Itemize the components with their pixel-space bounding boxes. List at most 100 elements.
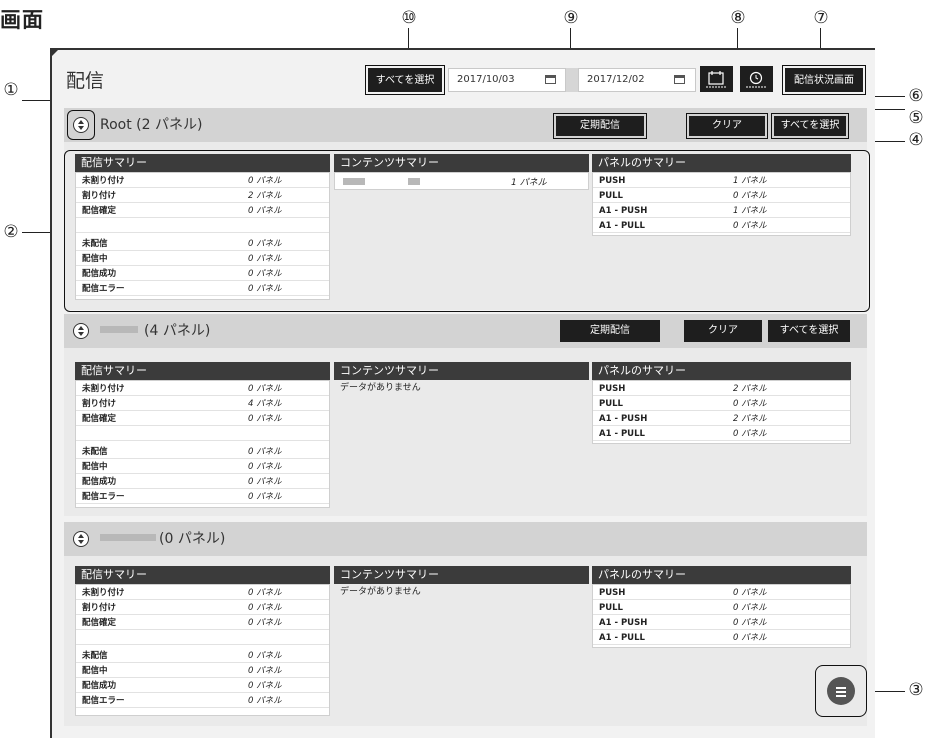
- table-row: 配信成功 0 パネル: [76, 268, 329, 281]
- panel-summary-table: PUSH 1 パネル PULL 0 パネル A1 - PUSH 1 パネル A1 - …: [592, 172, 851, 236]
- panel-summary-header: パネルのサマリー: [592, 362, 851, 380]
- start-date-value: 2017/10/03: [457, 74, 515, 85]
- callout-2: ②: [3, 222, 19, 242]
- clear-button[interactable]: クリア: [684, 320, 762, 342]
- table-row: [76, 632, 329, 645]
- table-row: PULL 0 パネル: [593, 190, 850, 203]
- clock-icon: [746, 71, 767, 88]
- table-row: 未割り付け 0 パネル: [76, 175, 329, 188]
- callout-10: ⑩: [401, 8, 417, 28]
- table-row: [76, 220, 329, 233]
- app-title: 配信: [66, 70, 105, 92]
- menu-icon-line: [836, 691, 846, 693]
- menu-button[interactable]: [827, 677, 855, 705]
- table-row: 配信エラー 0 パネル: [76, 695, 329, 708]
- panel-summary-table: PUSH 0 パネル PULL 0 パネル A1 - PUSH 0 パネル A1 - …: [592, 584, 851, 648]
- table-row: PUSH 1 パネル: [593, 175, 850, 188]
- start-calendar-icon[interactable]: [545, 75, 556, 84]
- table-row: 配信確定 0 パネル: [76, 413, 329, 426]
- table-row: 配信確定 0 パネル: [76, 205, 329, 218]
- content-count: 1 パネル: [511, 178, 547, 188]
- end-calendar-icon[interactable]: [674, 75, 685, 84]
- table-row: PUSH 2 パネル: [593, 383, 850, 396]
- section-count: (0 パネル): [159, 531, 226, 547]
- calendar-view-button[interactable]: [700, 66, 733, 92]
- panel-summary-table: PUSH 2 パネル PULL 0 パネル A1 - PUSH 2 パネル A1 - …: [592, 380, 851, 444]
- redacted-section-name: [100, 326, 138, 333]
- no-data-text: データがありません: [340, 587, 421, 597]
- table-row: PUSH 0 パネル: [593, 587, 850, 600]
- no-data-text: データがありません: [340, 383, 421, 393]
- content-summary-header: コンテンツサマリー: [334, 154, 589, 172]
- redacted-section-name: [100, 534, 156, 541]
- delivery-summary-header: 配信サマリー: [75, 566, 330, 584]
- callout-1: ①: [3, 80, 19, 100]
- callout-3: ③: [908, 680, 924, 700]
- table-row: A1 - PUSH 0 パネル: [593, 617, 850, 630]
- table-row: 割り付け 0 パネル: [76, 602, 329, 615]
- table-row: 未配信 0 パネル: [76, 446, 329, 459]
- page-heading: 画面: [0, 8, 44, 32]
- delivery-status-screen-button[interactable]: 配信状況画面: [782, 65, 866, 95]
- delivery-summary-header: 配信サマリー: [75, 362, 330, 380]
- table-row: A1 - PUSH 1 パネル: [593, 205, 850, 218]
- delivery-summary-table: 未割り付け 0 パネル 割り付け 0 パネル 配信確定 0 パネル 未配信 0 パネル …: [75, 584, 330, 716]
- table-row: 配信中 0 パネル: [76, 665, 329, 678]
- clear-button[interactable]: クリア: [686, 113, 768, 139]
- table-row: 未割り付け 0 パネル: [76, 587, 329, 600]
- menu-icon: [836, 687, 846, 689]
- table-row: PULL 0 パネル: [593, 398, 850, 411]
- date-separator: [566, 68, 578, 92]
- callout-8: ⑧: [730, 8, 746, 28]
- redacted-content-name: [343, 178, 365, 185]
- callout-4: ④: [908, 130, 924, 150]
- table-row: 割り付け 2 パネル: [76, 190, 329, 203]
- app-window-corner: [50, 48, 60, 58]
- table-row: 配信エラー 0 パネル: [76, 283, 329, 296]
- table-row: A1 - PULL 0 パネル: [593, 632, 850, 645]
- table-row: [76, 428, 329, 441]
- callout-6: ⑥: [908, 86, 924, 106]
- callout-5: ⑤: [908, 108, 924, 128]
- table-row: 割り付け 4 パネル: [76, 398, 329, 411]
- table-row: 配信成功 0 パネル: [76, 476, 329, 489]
- delivery-summary-table: 未割り付け 0 パネル 割り付け 2 パネル 配信確定 0 パネル 未配信 0 パネル …: [75, 172, 330, 300]
- redacted-content-type: [408, 178, 420, 185]
- table-row: 配信中 0 パネル: [76, 253, 329, 266]
- table-row: PULL 0 パネル: [593, 602, 850, 615]
- content-summary-table: 1 パネル: [334, 172, 589, 190]
- table-row: 未配信 0 パネル: [76, 238, 329, 251]
- end-date-value: 2017/12/02: [587, 74, 645, 85]
- table-row: 配信中 0 パネル: [76, 461, 329, 474]
- table-row: A1 - PULL 0 パネル: [593, 220, 850, 233]
- callout-9: ⑨: [563, 8, 579, 28]
- delivery-summary-table: 未割り付け 0 パネル 割り付け 4 パネル 配信確定 0 パネル 未配信 0 パネル …: [75, 380, 330, 508]
- table-row: 未配信 0 パネル: [76, 650, 329, 663]
- section-select-all-button[interactable]: すべてを選択: [768, 320, 850, 342]
- section-count: (2 パネル): [136, 117, 203, 133]
- section-name: Root: [100, 117, 132, 133]
- expand-highlight: [67, 110, 95, 140]
- select-all-button[interactable]: すべてを選択: [365, 65, 445, 95]
- content-summary-header: コンテンツサマリー: [334, 566, 589, 584]
- content-summary-header: コンテンツサマリー: [334, 362, 589, 380]
- scheduled-delivery-button[interactable]: 定期配信: [560, 320, 660, 342]
- scheduled-delivery-button[interactable]: 定期配信: [553, 113, 647, 139]
- section-title: Root (2 パネル): [100, 116, 202, 134]
- table-row: 配信エラー 0 パネル: [76, 491, 329, 504]
- callout-7: ⑦: [813, 8, 829, 28]
- panel-summary-header: パネルのサマリー: [592, 154, 851, 172]
- section-count: (4 パネル): [144, 323, 211, 339]
- expand-collapse-icon[interactable]: [73, 531, 89, 547]
- calendar-icon: [706, 71, 727, 88]
- expand-collapse-icon[interactable]: [73, 323, 89, 339]
- panel-summary-header: パネルのサマリー: [592, 566, 851, 584]
- table-row: 配信確定 0 パネル: [76, 617, 329, 630]
- section-select-all-button[interactable]: すべてを選択: [771, 113, 849, 139]
- clock-view-button[interactable]: [740, 66, 773, 92]
- menu-icon-line: [836, 695, 846, 697]
- table-row: A1 - PUSH 2 パネル: [593, 413, 850, 426]
- table-row: A1 - PULL 0 パネル: [593, 428, 850, 441]
- delivery-summary-header: 配信サマリー: [75, 154, 330, 172]
- table-row: 未割り付け 0 パネル: [76, 383, 329, 396]
